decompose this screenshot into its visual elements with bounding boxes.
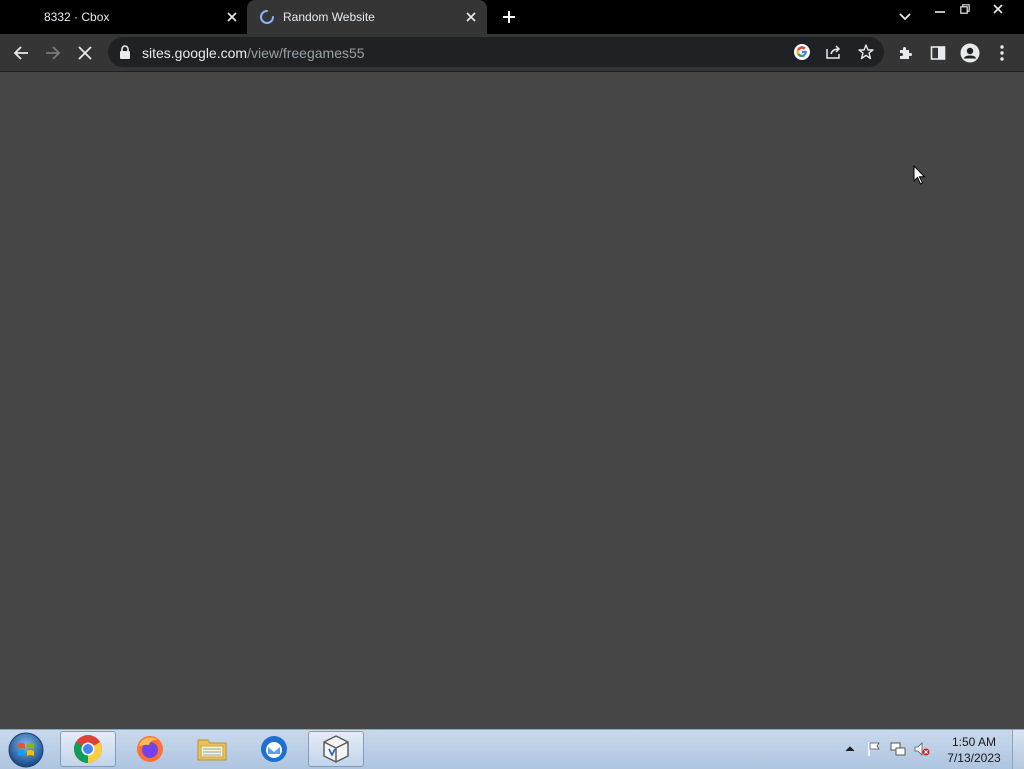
minimize-icon	[935, 11, 945, 13]
taskbar-firefox[interactable]	[122, 731, 178, 767]
clock-date: 7/13/2023	[947, 751, 1001, 765]
address-bar[interactable]: sites.google.com/view/freegames55	[108, 37, 884, 67]
flag-icon	[868, 742, 880, 756]
show-desktop-button[interactable]	[1012, 730, 1024, 769]
chrome-menu-button[interactable]	[989, 40, 1015, 66]
url-host: sites.google.com	[142, 45, 248, 61]
back-arrow-icon	[13, 46, 28, 60]
url-text[interactable]: sites.google.com/view/freegames55	[142, 45, 365, 61]
stop-loading-button[interactable]	[72, 40, 98, 66]
chevron-up-icon	[845, 746, 855, 752]
taskbar-virtualbox[interactable]	[308, 731, 364, 767]
close-icon	[993, 4, 1003, 14]
action-center-icon[interactable]	[866, 741, 882, 757]
forward-arrow-icon	[46, 46, 61, 60]
side-panel-button[interactable]	[925, 40, 951, 66]
minimize-button[interactable]	[926, 0, 954, 18]
network-icon[interactable]	[890, 741, 906, 757]
show-hidden-icons-button[interactable]	[842, 741, 858, 757]
start-button[interactable]	[6, 731, 46, 769]
loading-spinner-icon	[259, 9, 275, 25]
url-path: /view/freegames55	[247, 45, 365, 61]
profile-icon	[960, 43, 980, 63]
chrome-icon	[74, 735, 102, 763]
browser-toolbar: sites.google.com/view/freegames55	[0, 34, 1024, 72]
restore-button[interactable]	[951, 0, 979, 18]
close-tab-icon[interactable]	[463, 9, 479, 25]
taskbar: 1:50 AM 7/13/2023	[0, 729, 1024, 769]
windows-start-icon	[8, 732, 44, 768]
volume-muted-icon[interactable]	[914, 741, 930, 757]
tab-title: 8332 · Cbox	[44, 10, 110, 24]
tab-random-website[interactable]: Random Website	[247, 0, 487, 34]
back-button[interactable]	[8, 40, 34, 66]
profile-button[interactable]	[957, 40, 983, 66]
page-content	[0, 72, 1024, 729]
new-tab-button[interactable]	[498, 6, 520, 28]
thunderbird-icon	[261, 736, 287, 762]
puzzle-icon	[900, 47, 912, 59]
side-panel-icon	[930, 46, 946, 60]
extensions-button[interactable]	[893, 40, 919, 66]
folder-icon	[197, 739, 227, 761]
restore-icon	[960, 4, 970, 14]
firefox-icon	[137, 736, 163, 762]
tab-search-button[interactable]	[896, 8, 914, 26]
close-tab-icon[interactable]	[224, 9, 240, 25]
virtualbox-icon	[323, 735, 349, 763]
tab-cbox[interactable]: 8332 · Cbox	[0, 0, 246, 34]
taskbar-clock[interactable]: 1:50 AM 7/13/2023	[940, 734, 1008, 766]
taskbar-chrome[interactable]	[60, 731, 116, 767]
lock-icon[interactable]	[119, 45, 131, 59]
kebab-menu-icon	[1000, 45, 1004, 61]
bookmark-star-icon[interactable]	[856, 42, 876, 62]
taskbar-thunderbird[interactable]	[246, 731, 302, 767]
close-window-button[interactable]	[984, 0, 1012, 18]
clock-time: 1:50 AM	[951, 735, 997, 749]
tab-strip: 8332 · Cbox Random Website	[0, 0, 1024, 34]
taskbar-file-explorer[interactable]	[184, 731, 240, 767]
google-lens-icon[interactable]	[792, 42, 812, 62]
plus-icon	[503, 11, 515, 23]
tab-title: Random Website	[283, 10, 375, 24]
share-icon[interactable]	[824, 42, 844, 62]
stop-loading-icon	[78, 46, 92, 60]
chevron-down-icon	[899, 13, 911, 21]
forward-button[interactable]	[40, 40, 66, 66]
mouse-cursor-icon	[913, 165, 926, 185]
